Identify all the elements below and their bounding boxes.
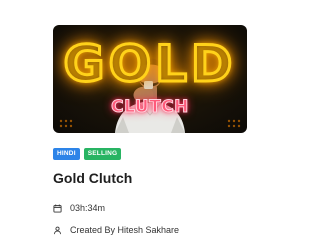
duration-row: 03h:34m [53, 203, 105, 213]
badge-row: HINDI SELLING [53, 148, 122, 160]
person-icon [54, 226, 61, 234]
course-card[interactable]: GOLD CLUTCH HINDI SELLING Gold Clutch 03… [0, 0, 300, 250]
calendar-icon [53, 204, 62, 213]
author-row: Created By Hitesh Sakhare [53, 225, 179, 235]
thumbnail-subtitle: CLUTCH [111, 97, 189, 118]
duration-text: 03h:34m [70, 203, 106, 213]
status-badge: SELLING [83, 148, 122, 160]
course-title[interactable]: Gold Clutch [53, 170, 132, 186]
course-thumbnail[interactable]: GOLD CLUTCH [53, 25, 247, 133]
thumbnail-headline: GOLD [62, 35, 237, 93]
author-text: Created By Hitesh Sakhare [70, 225, 180, 235]
language-badge: HINDI [53, 148, 80, 160]
